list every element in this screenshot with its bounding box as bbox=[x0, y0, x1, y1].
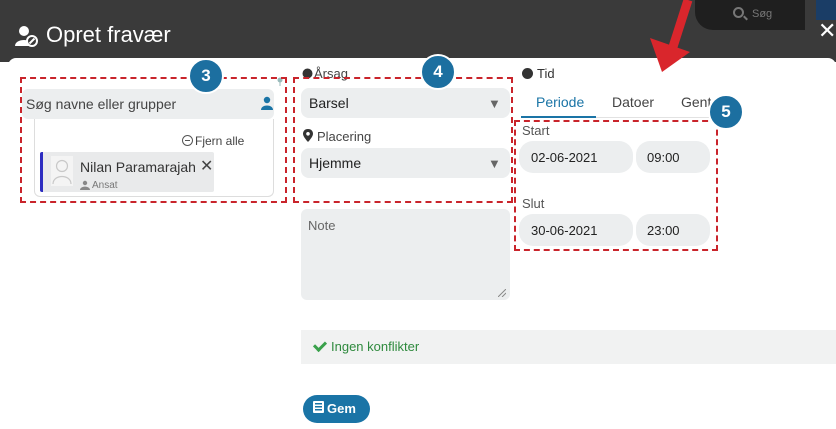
user-absence-icon bbox=[15, 26, 38, 47]
tab-gentaget[interactable]: Gentaget bbox=[681, 94, 711, 110]
conflict-status-text: Ingen konflikter bbox=[331, 339, 420, 354]
callout-box-people bbox=[20, 77, 287, 203]
clock-icon bbox=[522, 68, 533, 79]
callout-arrow bbox=[650, 0, 693, 72]
time-label: Tid bbox=[537, 66, 555, 81]
app-badge bbox=[816, 0, 836, 20]
save-icon bbox=[313, 401, 324, 413]
callout-box-reason-location bbox=[293, 77, 513, 203]
dialog-title: Opret fravær bbox=[46, 22, 171, 47]
save-label: Gem bbox=[327, 401, 356, 416]
tab-periode[interactable]: Periode bbox=[536, 94, 584, 110]
callout-badge-3: 3 bbox=[188, 58, 224, 94]
callout-badge-4: 4 bbox=[420, 54, 456, 90]
search-icon bbox=[733, 7, 744, 18]
resize-handle-icon[interactable] bbox=[498, 289, 506, 297]
global-search-label: Søg bbox=[752, 8, 773, 20]
callout-box-time bbox=[514, 120, 718, 251]
callout-badge-5: 5 bbox=[708, 94, 744, 130]
global-search[interactable] bbox=[695, 0, 805, 30]
note-placeholder: Note bbox=[308, 218, 336, 233]
tab-datoer[interactable]: Datoer bbox=[612, 94, 654, 110]
close-button[interactable]: ✕ bbox=[818, 20, 836, 42]
active-tab-indicator bbox=[521, 116, 596, 118]
